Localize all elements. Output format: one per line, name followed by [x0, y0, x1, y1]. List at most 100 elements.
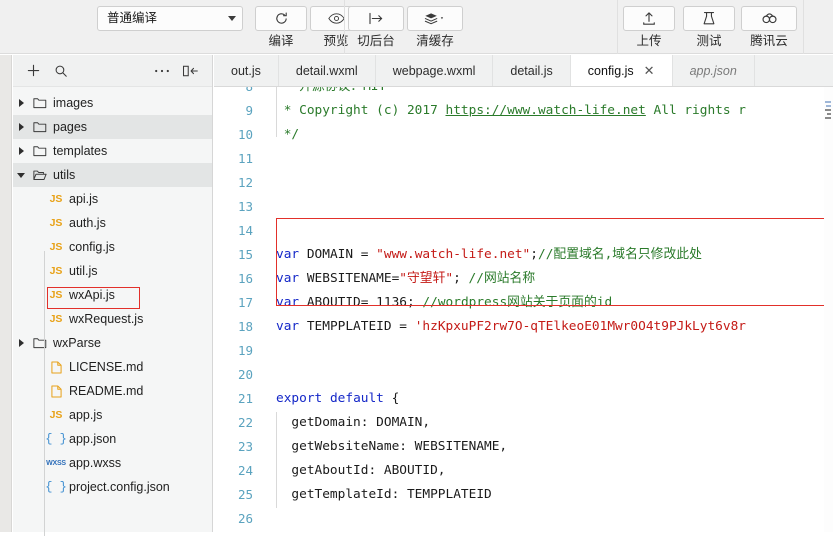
chevron-down-icon[interactable]: [13, 173, 29, 178]
code-line[interactable]: [262, 507, 833, 531]
markdown-file-icon: [45, 361, 67, 374]
line-number: 23: [214, 435, 262, 459]
tree-folder-row[interactable]: utils: [13, 163, 212, 187]
compile-button[interactable]: 编译: [253, 6, 309, 49]
line-number: 17: [214, 291, 262, 315]
code-line[interactable]: getDomain: DOMAIN,: [262, 411, 833, 435]
folder-icon: [29, 97, 51, 109]
code-token: WEBSITENAME=: [299, 271, 399, 286]
tree-file-row[interactable]: LICENSE.md: [13, 355, 212, 379]
minimap-mark: [825, 101, 831, 103]
code-token: ;: [453, 271, 468, 286]
tree-file-row[interactable]: README.md: [13, 379, 212, 403]
code-content[interactable]: * 开源协议：MIT * Copyright (c) 2017 https://…: [262, 87, 833, 520]
tree-file-row[interactable]: JSapi.js: [13, 187, 212, 211]
editor-tab-label: webpage.wxml: [393, 64, 476, 78]
code-line[interactable]: var DOMAIN = "www.watch-life.net";//配置域名…: [262, 243, 833, 267]
tree-item-label: api.js: [67, 192, 98, 206]
plus-icon[interactable]: [19, 59, 47, 83]
close-icon[interactable]: ✕: [644, 64, 655, 77]
tree-folder-row[interactable]: pages: [13, 115, 212, 139]
explorer-toolbar: [13, 55, 212, 87]
code-line[interactable]: getTemplateId: TEMPPLATEID: [262, 483, 833, 507]
editor-tab[interactable]: out.js: [214, 55, 279, 86]
editor-tab[interactable]: detail.js: [493, 55, 570, 86]
tree-file-row[interactable]: JSwxApi.js: [13, 283, 212, 307]
tree-file-row[interactable]: JSutil.js: [13, 259, 212, 283]
code-token: "www.watch-life.net": [376, 247, 530, 262]
code-editor[interactable]: 89101112131415161718192021222324252627 *…: [214, 87, 833, 532]
line-number: 26: [214, 507, 262, 531]
upload-button[interactable]: 上传: [621, 6, 677, 49]
code-token: var: [276, 295, 299, 310]
code-line[interactable]: [262, 171, 833, 195]
editor-tab-label: detail.js: [510, 64, 552, 78]
code-token: */: [276, 127, 299, 142]
line-number: 20: [214, 363, 262, 387]
upload-icon: [623, 6, 675, 31]
tree-file-row[interactable]: WXSSapp.wxss: [13, 451, 212, 475]
chevron-right-icon[interactable]: [13, 339, 29, 347]
tree-file-row[interactable]: { }project.config.json: [13, 475, 212, 499]
code-line[interactable]: var WEBSITENAME="守望轩"; //网站名称: [262, 267, 833, 291]
code-line[interactable]: [262, 195, 833, 219]
code-line[interactable]: getWebsiteName: WEBSITENAME,: [262, 435, 833, 459]
code-line[interactable]: * Copyright (c) 2017 https://www.watch-l…: [262, 99, 833, 123]
code-line[interactable]: var TEMPPLATEID = 'hzKpxuPF2rw7O-qTElkeo…: [262, 315, 833, 339]
tree-file-row[interactable]: JSconfig.js: [13, 235, 212, 259]
tencent-cloud-button-label: 腾讯云: [750, 35, 788, 49]
editor-tab[interactable]: detail.wxml: [279, 55, 376, 86]
js-file-icon: JS: [45, 409, 67, 421]
tree-item-label: app.wxss: [67, 456, 121, 470]
code-line[interactable]: [262, 363, 833, 387]
editor-tab[interactable]: app.json: [673, 55, 755, 86]
code-line[interactable]: [262, 219, 833, 243]
tree-file-row[interactable]: JSapp.js: [13, 403, 212, 427]
test-button[interactable]: 测试: [681, 6, 737, 49]
code-line[interactable]: var ABOUTID= 1136; //wordpress网站关于页面的id: [262, 291, 833, 315]
compile-mode-select[interactable]: 普通编译: [97, 6, 243, 31]
tree-file-row[interactable]: { }app.json: [13, 427, 212, 451]
code-token: TEMPPLATEID =: [299, 319, 415, 334]
code-token: getWebsiteName: WEBSITENAME,: [276, 439, 507, 454]
editor-tab[interactable]: webpage.wxml: [376, 55, 494, 86]
editor-tab-label: config.js: [588, 64, 634, 78]
code-token: getAboutId: ABOUTID,: [276, 463, 446, 478]
code-line[interactable]: getAboutId: ABOUTID,: [262, 459, 833, 483]
clear-cache-button[interactable]: 清缓存: [407, 6, 463, 49]
tree-folder-row[interactable]: images: [13, 91, 212, 115]
collapse-sidebar-icon[interactable]: [176, 59, 204, 83]
code-line[interactable]: */: [262, 123, 833, 147]
chevron-right-icon[interactable]: [13, 147, 29, 155]
code-line[interactable]: [262, 339, 833, 363]
compile-mode-label: 普通编译: [107, 12, 228, 25]
chevron-right-icon[interactable]: [13, 99, 29, 107]
compile-button-label: 编译: [268, 35, 293, 49]
js-file-icon: JS: [45, 265, 67, 277]
tree-item-label: wxRequest.js: [67, 312, 143, 326]
chevron-right-icon[interactable]: [13, 123, 29, 131]
code-line[interactable]: [262, 147, 833, 171]
tencent-cloud-button[interactable]: 腾讯云: [741, 6, 797, 49]
line-number: 19: [214, 339, 262, 363]
code-token: DOMAIN =: [299, 247, 376, 262]
tree-folder-row[interactable]: templates: [13, 139, 212, 163]
tree-folder-row[interactable]: wxParse: [13, 331, 212, 355]
switch-background-button-label: 切后台: [357, 35, 395, 49]
ellipsis-icon[interactable]: [148, 59, 176, 83]
switch-background-button[interactable]: 切后台: [348, 6, 404, 49]
tree-item-label: auth.js: [67, 216, 106, 230]
code-line[interactable]: export default {: [262, 387, 833, 411]
editor-tab-label: detail.wxml: [296, 64, 358, 78]
search-icon[interactable]: [47, 59, 75, 83]
code-token: var: [276, 271, 299, 286]
code-line[interactable]: * 开源协议：MIT: [262, 87, 833, 99]
editor-tab[interactable]: config.js ✕: [571, 55, 673, 86]
line-number: 8: [214, 87, 262, 99]
editor-minimap[interactable]: [824, 87, 833, 532]
tree-file-row[interactable]: JSauth.js: [13, 211, 212, 235]
tree-file-row[interactable]: JSwxRequest.js: [13, 307, 212, 331]
tree-item-label: README.md: [67, 384, 143, 398]
code-token: getTemplateId: TEMPPLATEID: [276, 487, 492, 502]
folder-icon: [29, 337, 51, 349]
